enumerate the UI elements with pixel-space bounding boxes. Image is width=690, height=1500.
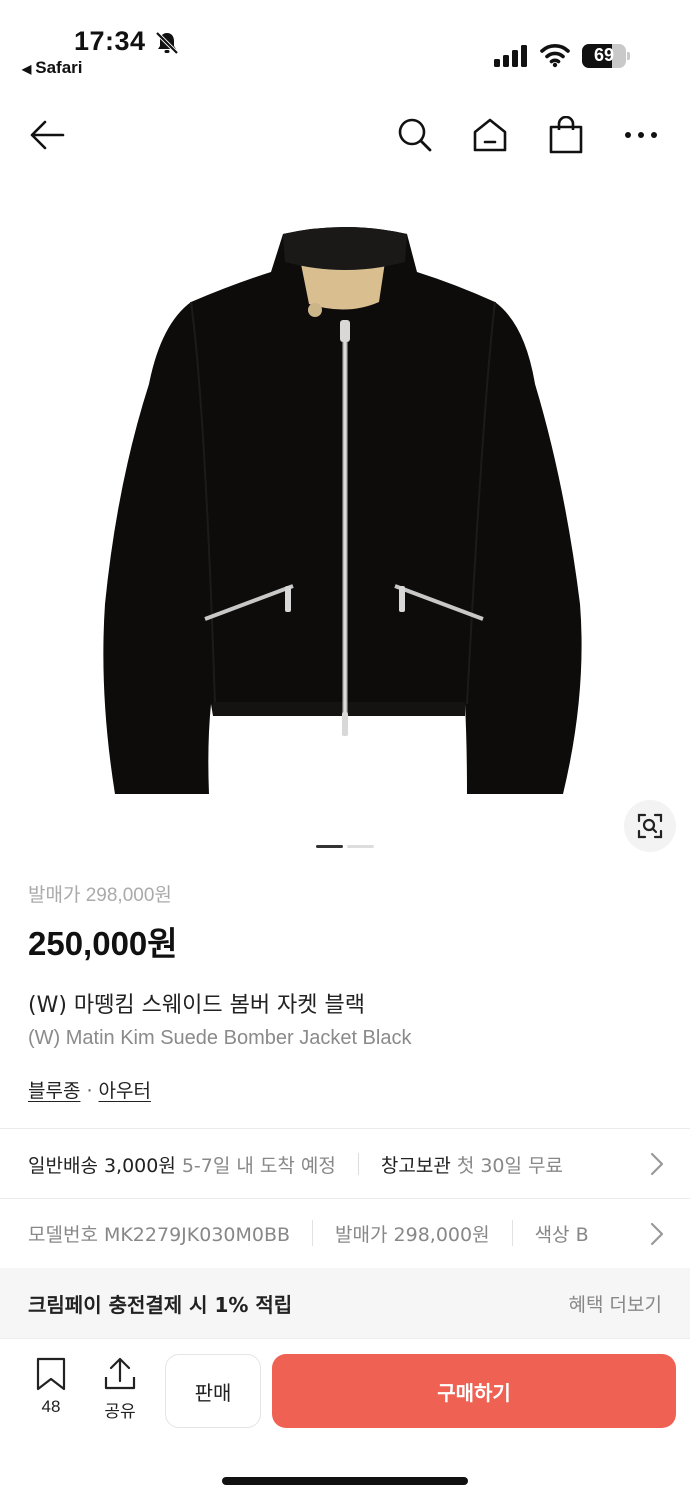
spec-color: 색상 B	[534, 1223, 589, 1246]
back-arrow-icon	[30, 120, 65, 150]
category-breadcrumb: 블루종 · 아우터	[28, 1076, 668, 1103]
chevron-right-icon	[650, 1152, 664, 1176]
wifi-icon	[540, 44, 570, 68]
divider	[0, 1198, 690, 1199]
category-separator: ·	[86, 1080, 93, 1102]
bookmark-icon	[36, 1357, 66, 1391]
product-spec-row[interactable]: 모델번호 MK2279JK030M0BB 발매가 298,000원 색상 B	[0, 1200, 690, 1266]
warehouse-storage-label: 창고보관	[380, 1154, 451, 1177]
warehouse-storage-note: 첫 30일 무료	[456, 1154, 563, 1177]
search-icon	[398, 118, 432, 152]
more-icon	[625, 132, 657, 138]
category-link-blouson[interactable]: 블루종	[28, 1080, 80, 1102]
share-button[interactable]: 공유	[96, 1357, 144, 1422]
shopping-bag-icon	[549, 116, 583, 154]
row-separator	[357, 1153, 359, 1175]
shopping-bag-button[interactable]	[543, 112, 589, 158]
standard-shipping-label: 일반배송 3,000원	[28, 1154, 176, 1177]
back-triangle-icon: ◀	[22, 62, 32, 76]
share-icon	[104, 1357, 136, 1390]
bell-muted-icon	[155, 31, 179, 55]
current-price: 250,000원	[28, 925, 178, 962]
more-button[interactable]	[618, 112, 664, 158]
search-button[interactable]	[392, 112, 438, 158]
benefit-title: 크림페이 충전결제 시 1% 적립	[28, 1292, 293, 1317]
back-to-app-link[interactable]: ◀ Safari	[22, 58, 82, 78]
home-icon	[473, 118, 507, 152]
spec-release-price: 발매가 298,000원	[335, 1223, 490, 1246]
product-name-english: (W) Matin Kim Suede Bomber Jacket Black	[28, 1027, 412, 1049]
share-label: 공유	[104, 1402, 136, 1421]
row-separator	[312, 1220, 314, 1246]
battery-indicator: 69	[582, 44, 630, 68]
gallery-page-indicator	[316, 845, 374, 848]
lens-icon	[637, 813, 663, 839]
benefit-more-link[interactable]: 혜택 더보기	[569, 1290, 662, 1317]
sell-button[interactable]: 판매	[165, 1354, 261, 1428]
divider	[0, 1128, 690, 1129]
image-search-button[interactable]	[624, 800, 676, 852]
product-name-korean: (W) 마뗑킴 스웨이드 봄버 자켓 블랙	[28, 993, 366, 1018]
bookmark-button[interactable]: 48	[28, 1357, 74, 1417]
home-button[interactable]	[467, 112, 513, 158]
chevron-right-icon	[650, 1222, 664, 1246]
product-info: 발매가 298,000원 250,000원 (W) 마뗑킴 스웨이드 봄버 자켓…	[28, 880, 668, 1103]
top-navigation-bar	[0, 100, 690, 170]
kream-pay-benefit-banner[interactable]: 크림페이 충전결제 시 1% 적립 혜택 더보기	[0, 1268, 690, 1338]
standard-shipping-eta: 5-7일 내 도착 예정	[181, 1154, 336, 1177]
gallery-dot	[347, 845, 374, 848]
gallery-dot	[316, 845, 343, 848]
home-indicator[interactable]	[222, 1477, 468, 1485]
shipping-options-row[interactable]: 일반배송 3,000원 5-7일 내 도착 예정 창고보관 첫 30일 무료	[0, 1130, 690, 1198]
back-button[interactable]	[24, 112, 70, 158]
category-link-outer[interactable]: 아우터	[99, 1080, 151, 1102]
buy-button[interactable]: 구매하기	[272, 1354, 676, 1428]
bottom-action-bar: 48 공유 판매 구매하기	[0, 1338, 690, 1500]
bookmark-count: 48	[41, 1397, 61, 1416]
product-image-jacket	[103, 227, 582, 794]
cellular-signal-icon	[494, 45, 527, 67]
status-time: 17:34	[74, 26, 146, 56]
model-number: 모델번호 MK2279JK030M0BB	[28, 1223, 291, 1246]
release-price: 발매가 298,000원	[28, 885, 172, 906]
status-bar: 17:34 ◀ Safari 69	[0, 0, 690, 90]
row-separator	[511, 1220, 513, 1246]
product-image-gallery[interactable]	[0, 180, 690, 860]
